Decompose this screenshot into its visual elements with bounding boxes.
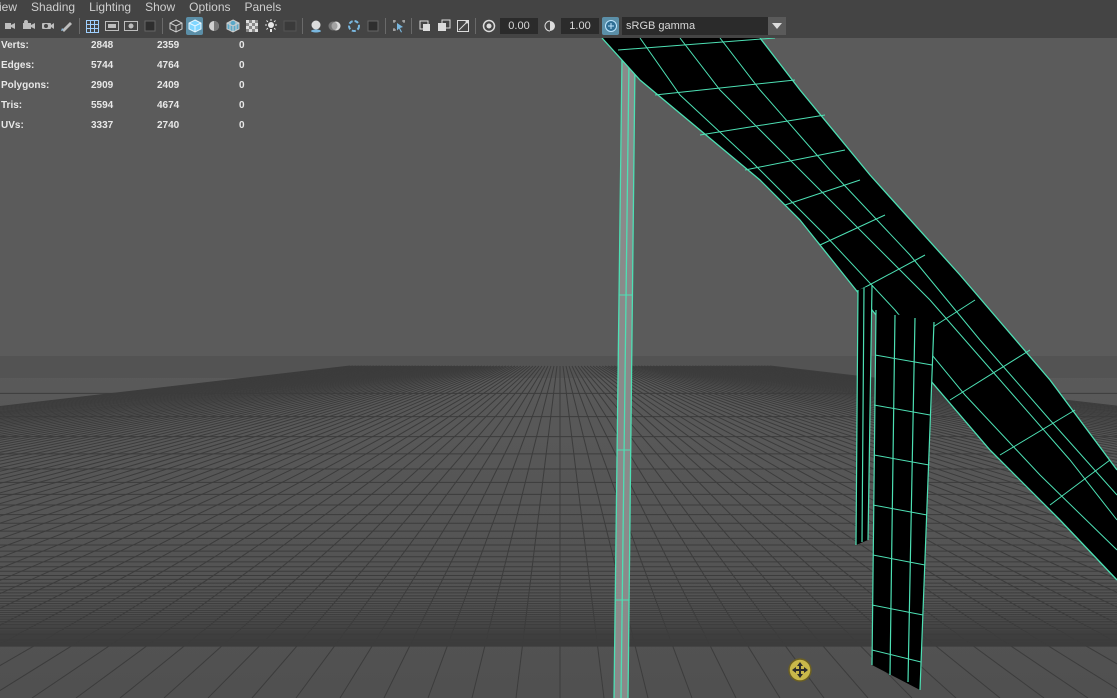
image-plane-icon[interactable] <box>58 17 75 35</box>
color-management-dropdown[interactable]: sRGB gamma <box>622 17 786 35</box>
smooth-shade-icon[interactable] <box>186 17 203 35</box>
gamma-icon[interactable] <box>541 17 558 35</box>
shadows-icon[interactable] <box>281 17 298 35</box>
hud-value: 5744 <box>91 60 114 71</box>
menu-panels[interactable]: Panels <box>238 0 289 14</box>
xray-active-components-icon[interactable] <box>435 17 452 35</box>
hud-value: 0 <box>239 40 245 51</box>
depth-of-field-icon[interactable] <box>364 17 381 35</box>
hud-value: 2409 <box>157 80 180 91</box>
hud-value: 4764 <box>157 60 180 71</box>
hud-value: 0 <box>239 80 245 91</box>
toolbar-separator <box>302 18 303 34</box>
textured-icon[interactable] <box>243 17 260 35</box>
hud-label: UVs: <box>1 120 24 131</box>
hud-label: Verts: <box>1 40 29 51</box>
film-gate-icon[interactable] <box>103 17 120 35</box>
hud-value: 0 <box>239 120 245 131</box>
xray-icon[interactable] <box>416 17 433 35</box>
use-all-lights-icon[interactable] <box>262 17 279 35</box>
wireframe-icon[interactable] <box>167 17 184 35</box>
hud-value: 4674 <box>157 100 180 111</box>
hud-label: Polygons: <box>1 80 50 91</box>
menu-view[interactable]: iew <box>0 0 24 14</box>
hud-value: 2848 <box>91 40 114 51</box>
menu-lighting[interactable]: Lighting <box>82 0 138 14</box>
menu-shading[interactable]: Shading <box>24 0 82 14</box>
panel-toolbar: 0.00 1.00 sRGB gamma <box>0 14 1117 38</box>
gamma-field[interactable]: 1.00 <box>561 18 599 34</box>
gate-mask-icon[interactable] <box>141 17 158 35</box>
hud-row-tris: Tris: 5594 4674 0 <box>0 98 260 118</box>
isolate-select-icon[interactable] <box>390 17 407 35</box>
hud-value: 2359 <box>157 40 180 51</box>
hud-value: 2740 <box>157 120 180 131</box>
toolbar-separator <box>162 18 163 34</box>
hud-row-edges: Edges: 5744 4764 0 <box>0 58 260 78</box>
toolbar-separator <box>475 18 476 34</box>
menu-options[interactable]: Options <box>182 0 237 14</box>
hud-value: 3337 <box>91 120 114 131</box>
select-camera-icon[interactable] <box>1 17 18 35</box>
hud-value: 0 <box>239 60 245 71</box>
default-material-icon[interactable] <box>205 17 222 35</box>
view-transform-label: sRGB gamma <box>622 17 768 35</box>
wireframe-on-shaded-icon[interactable] <box>224 17 241 35</box>
screen-space-ao-icon[interactable] <box>307 17 324 35</box>
toolbar-separator <box>79 18 80 34</box>
xray-joints-icon[interactable] <box>454 17 471 35</box>
poly-count-hud: Verts: 2848 2359 0 Edges: 5744 4764 0 Po… <box>0 38 260 138</box>
motion-blur-icon[interactable] <box>326 17 343 35</box>
toolbar-separator <box>385 18 386 34</box>
resolution-gate-icon[interactable] <box>122 17 139 35</box>
bookmark-camera-icon[interactable] <box>39 17 56 35</box>
toolbar-separator <box>411 18 412 34</box>
exposure-icon[interactable] <box>480 17 497 35</box>
anti-aliasing-icon[interactable] <box>345 17 362 35</box>
hud-value: 2909 <box>91 80 114 91</box>
hud-row-polygons: Polygons: 2909 2409 0 <box>0 78 260 98</box>
color-management-icon[interactable] <box>602 17 619 35</box>
hud-row-verts: Verts: 2848 2359 0 <box>0 38 260 58</box>
exposure-field[interactable]: 0.00 <box>500 18 538 34</box>
chevron-down-icon[interactable] <box>768 17 786 35</box>
grid-icon[interactable] <box>84 17 101 35</box>
hud-label: Edges: <box>1 60 35 71</box>
move-cursor-icon <box>788 658 812 682</box>
menu-bar: iew Shading Lighting Show Options Panels <box>0 0 1117 14</box>
camera-attributes-icon[interactable] <box>20 17 37 35</box>
hud-row-uvs: UVs: 3337 2740 0 <box>0 118 260 138</box>
hud-value: 0 <box>239 100 245 111</box>
hud-value: 5594 <box>91 100 114 111</box>
hud-label: Tris: <box>1 100 23 111</box>
menu-show[interactable]: Show <box>138 0 182 14</box>
